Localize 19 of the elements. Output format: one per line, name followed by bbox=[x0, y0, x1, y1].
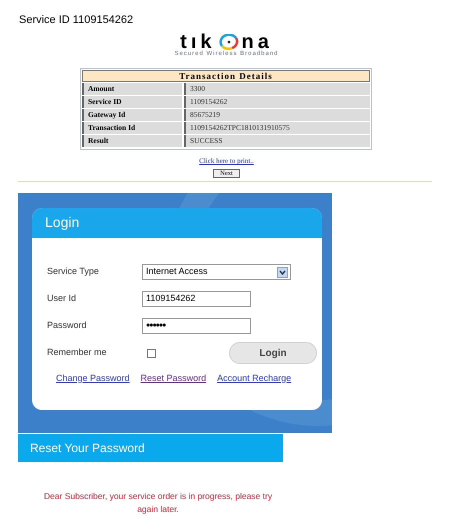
field-label: Password bbox=[47, 319, 88, 332]
remember-checkbox[interactable] bbox=[147, 348, 156, 358]
logo-ring-icon bbox=[218, 34, 240, 50]
login-button[interactable]: Login bbox=[229, 342, 317, 364]
logo-text: tık bbox=[180, 32, 216, 52]
account-link[interactable]: Reset Password bbox=[140, 372, 206, 385]
status-message: Dear Subscriber, your service order is in progress, please try again later. bbox=[42, 490, 274, 516]
logo-text: na bbox=[242, 32, 273, 52]
user-id-field[interactable]: 1109154262 bbox=[142, 291, 251, 307]
login-title: Login bbox=[45, 213, 80, 232]
account-link[interactable]: Account Recharge bbox=[217, 372, 292, 385]
field-label: User Id bbox=[47, 292, 78, 306]
reset-title: Reset Your Password bbox=[30, 440, 145, 456]
table-title: Transaction Details bbox=[82, 70, 370, 82]
account-link[interactable]: Change Password bbox=[56, 372, 130, 385]
service-type-dropdown[interactable]: Internet Access bbox=[142, 264, 291, 280]
field-label: Remember me bbox=[47, 346, 108, 360]
field-label: Service Type bbox=[47, 265, 100, 278]
service-id-heading: Service ID 1109154262 bbox=[18, 13, 134, 28]
